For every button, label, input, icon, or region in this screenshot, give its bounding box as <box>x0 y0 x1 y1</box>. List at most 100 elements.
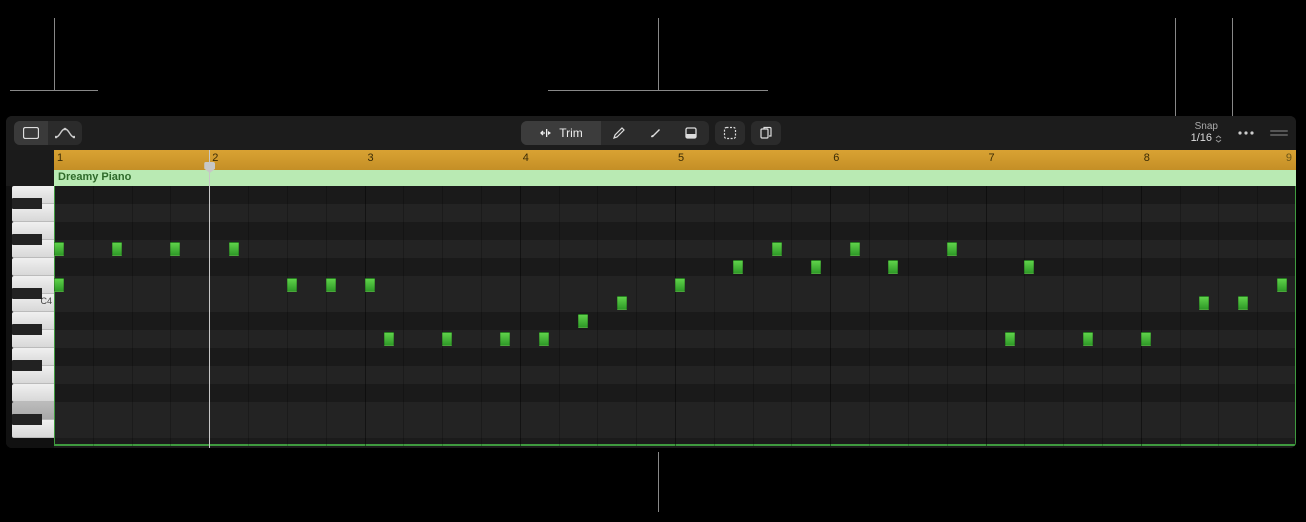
black-key[interactable] <box>12 198 42 209</box>
bar-line <box>520 186 521 446</box>
ruler-end-label: 9 <box>1286 152 1292 164</box>
snap-label: Snap <box>1195 121 1218 132</box>
up-down-chevron-icon <box>1215 135 1222 143</box>
midi-note[interactable] <box>112 242 122 256</box>
automation-view-button[interactable] <box>48 121 82 145</box>
beat-line <box>869 186 870 446</box>
midi-note[interactable] <box>1083 332 1093 346</box>
playhead[interactable] <box>209 150 210 448</box>
midi-note[interactable] <box>54 278 64 292</box>
piano-roll-icon <box>23 127 39 139</box>
beat-line <box>1102 186 1103 446</box>
editor-toolbar: Trim <box>6 116 1296 150</box>
beat-line <box>1063 186 1064 446</box>
bar-line <box>365 186 366 446</box>
key-label-c4: C4 <box>40 296 52 306</box>
midi-note[interactable] <box>1277 278 1287 292</box>
bar-line <box>675 186 676 446</box>
beat-line <box>753 186 754 446</box>
copy-icon <box>759 126 773 140</box>
midi-note[interactable] <box>617 296 627 310</box>
beat-line <box>326 186 327 446</box>
midi-note[interactable] <box>772 242 782 256</box>
midi-note[interactable] <box>1005 332 1015 346</box>
black-key[interactable] <box>12 288 42 299</box>
trim-icon <box>539 127 553 139</box>
callout-line <box>54 18 55 90</box>
black-key[interactable] <box>12 414 42 425</box>
midi-note[interactable] <box>578 314 588 328</box>
midi-note[interactable] <box>947 242 957 256</box>
midi-note[interactable] <box>888 260 898 274</box>
beat-line <box>1180 186 1181 446</box>
black-key[interactable] <box>12 234 42 245</box>
midi-note[interactable] <box>54 242 64 256</box>
midi-note[interactable] <box>1238 296 1248 310</box>
ruler-bar-label: 3 <box>368 152 374 164</box>
beat-line <box>947 186 948 446</box>
midi-note[interactable] <box>229 242 239 256</box>
piano-roll-view-button[interactable] <box>14 121 48 145</box>
midi-note[interactable] <box>1024 260 1034 274</box>
beat-line <box>559 186 560 446</box>
beat-line <box>597 186 598 446</box>
beat-line <box>908 186 909 446</box>
midi-note[interactable] <box>1141 332 1151 346</box>
piano-keyboard[interactable]: C4 <box>6 186 54 448</box>
callout-line <box>1232 18 1233 116</box>
bar-ruler[interactable]: 9 12345678 <box>54 150 1296 170</box>
beat-line <box>636 186 637 446</box>
beat-line <box>1218 186 1219 446</box>
ruler-bar-label: 7 <box>989 152 995 164</box>
beat-line <box>132 186 133 446</box>
callout-line <box>548 90 768 91</box>
midi-note[interactable] <box>811 260 821 274</box>
beat-line <box>403 186 404 446</box>
midi-note[interactable] <box>365 278 375 292</box>
snap-popup-button[interactable]: Snap 1/16 <box>1191 121 1222 144</box>
bar-line <box>1141 186 1142 446</box>
midi-note[interactable] <box>326 278 336 292</box>
velocity-tool-button[interactable] <box>673 121 709 145</box>
right-toolbar: Snap 1/16 <box>1191 121 1288 144</box>
pencil-tool-button[interactable] <box>601 121 637 145</box>
beat-line <box>791 186 792 446</box>
midi-note[interactable] <box>675 278 685 292</box>
midi-note[interactable] <box>539 332 549 346</box>
beat-line <box>1257 186 1258 446</box>
beat-line <box>1024 186 1025 446</box>
copy-tool-button[interactable] <box>751 121 781 145</box>
callout-line <box>10 90 98 91</box>
region-header[interactable]: Dreamy Piano <box>54 170 1296 186</box>
beat-line <box>248 186 249 446</box>
automation-curve-icon <box>55 127 75 139</box>
more-menu-button[interactable] <box>1232 123 1260 143</box>
selection-tools <box>715 121 781 145</box>
ruler-bar-label: 8 <box>1144 152 1150 164</box>
midi-note[interactable] <box>850 242 860 256</box>
white-key[interactable] <box>12 384 54 402</box>
more-horizontal-icon <box>1237 130 1255 136</box>
trim-tool-button[interactable]: Trim <box>521 121 601 145</box>
black-key[interactable] <box>12 324 42 335</box>
midi-note[interactable] <box>170 242 180 256</box>
midi-note[interactable] <box>500 332 510 346</box>
velocity-icon <box>685 127 697 139</box>
white-key[interactable] <box>12 258 54 276</box>
brush-tool-button[interactable] <box>637 121 673 145</box>
bar-line <box>986 186 987 446</box>
black-key[interactable] <box>12 360 42 371</box>
resize-grip[interactable] <box>1270 129 1288 137</box>
midi-note[interactable] <box>733 260 743 274</box>
midi-note[interactable] <box>442 332 452 346</box>
note-grid[interactable] <box>54 186 1296 446</box>
edit-tool-segment: Trim <box>521 121 709 145</box>
select-tool-button[interactable] <box>715 121 745 145</box>
beat-line <box>714 186 715 446</box>
piano-roll-editor: Trim <box>6 116 1296 448</box>
callout-line <box>1175 18 1176 116</box>
midi-note[interactable] <box>1199 296 1209 310</box>
bar-line <box>830 186 831 446</box>
midi-note[interactable] <box>384 332 394 346</box>
midi-note[interactable] <box>287 278 297 292</box>
